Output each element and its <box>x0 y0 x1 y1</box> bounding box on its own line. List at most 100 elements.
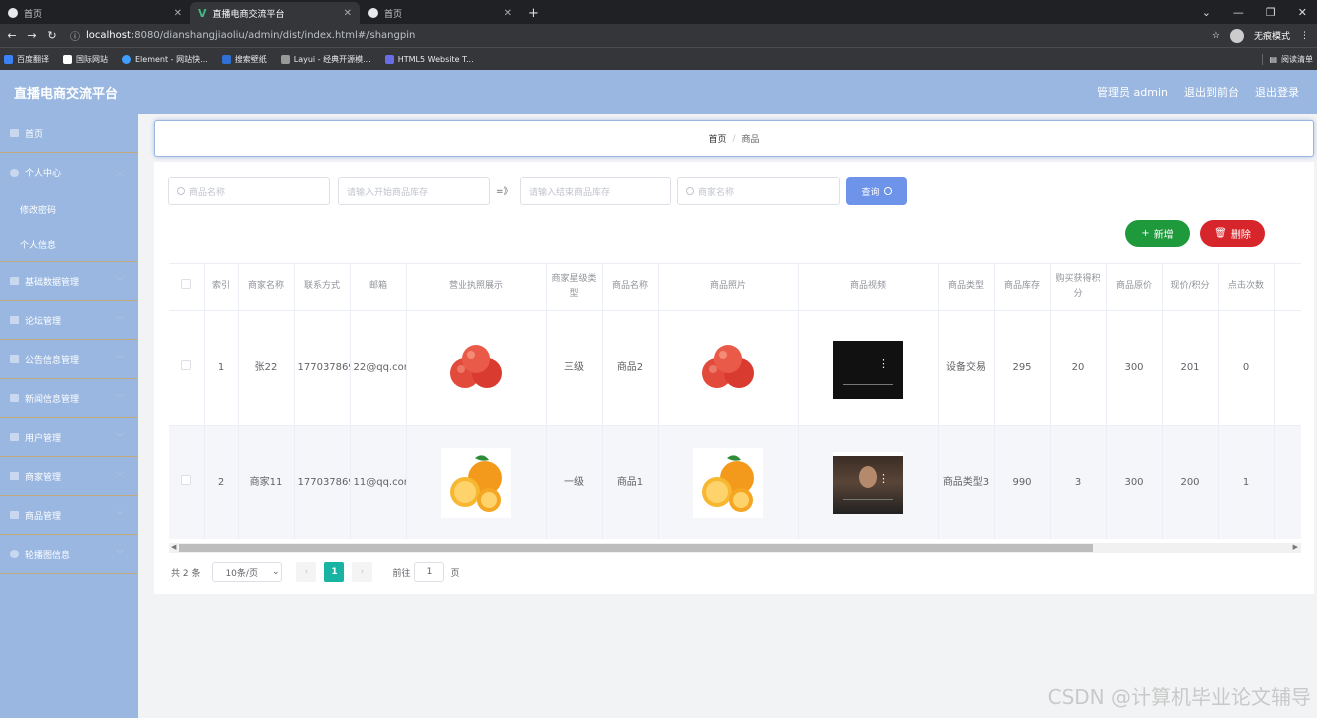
close-window-icon[interactable]: ✕ <box>1298 6 1307 19</box>
query-button[interactable]: 查询 <box>846 177 907 205</box>
user-icon <box>10 168 19 177</box>
column-header: 点击次数 <box>1218 264 1275 311</box>
total-count: 共 2 条 <box>171 568 201 579</box>
cell-points: 20 <box>1050 310 1107 426</box>
scroll-right-icon[interactable]: ▶ <box>1293 543 1298 551</box>
goto-suffix: 页 <box>450 568 460 579</box>
minimize-icon[interactable]: — <box>1233 6 1244 19</box>
sidebar-item-notice[interactable]: 公告信息管理 ﹀ <box>0 340 138 379</box>
goods-name-input[interactable]: 商品名称 <box>168 177 330 205</box>
select-all-cell <box>169 264 205 311</box>
more-menu-icon[interactable]: ⋮ <box>1300 31 1309 41</box>
sidebar-item-forum[interactable]: 论坛管理 ﹀ <box>0 301 138 340</box>
page-number-current[interactable]: 1 <box>324 562 345 582</box>
cell-price: 300 <box>1106 310 1163 426</box>
column-header: 联系方式 <box>294 264 351 311</box>
sidebar-item-users[interactable]: 用户管理 ﹀ <box>0 418 138 457</box>
delete-button[interactable]: 🗑 删除 <box>1200 220 1265 247</box>
orange-image[interactable] <box>693 447 763 518</box>
cell-photo <box>658 425 799 539</box>
search-icon <box>177 187 185 195</box>
horizontal-scrollbar[interactable]: ◀ ▶ <box>169 543 1301 553</box>
sidebar-item-label: 个人中心 <box>25 169 62 179</box>
sidebar-item-home[interactable]: 首页 <box>0 114 138 153</box>
watermark: CSDN @计算机毕业论文辅导 <box>1047 685 1311 709</box>
cell-index: 2 <box>204 425 239 539</box>
bookmarks-bar: 百度翻译 国际网站 Element - 网站快... 搜索壁纸 Layui - … <box>0 47 1317 70</box>
browser-tab-active[interactable]: V 直播电商交流平台 ✕ <box>190 2 360 24</box>
browser-tab[interactable]: 首页 ✕ <box>0 2 190 24</box>
bookmark[interactable]: HTML5 Website T... <box>384 54 474 64</box>
goto-page-input[interactable]: 1 <box>414 562 445 582</box>
bookmark[interactable]: Element - 网站快... <box>122 54 208 65</box>
incognito-label[interactable]: 无痕模式 <box>1254 29 1290 42</box>
add-button[interactable]: + 新增 <box>1125 220 1190 247</box>
bookmark[interactable]: 搜索壁纸 <box>221 54 267 65</box>
stock-end-input[interactable]: 请输入结束商品库存 <box>520 177 671 205</box>
cell-merchant: 商家11 <box>238 425 295 539</box>
new-tab-button[interactable]: + <box>520 2 547 24</box>
bookmark[interactable]: 百度翻译 <box>4 54 49 65</box>
breadcrumb-home[interactable]: 首页 <box>708 132 726 145</box>
bookmark[interactable]: Layui - 经典开源模... <box>280 54 371 65</box>
delete-label: 删除 <box>1230 230 1251 241</box>
row-checkbox[interactable] <box>181 359 192 370</box>
front-page-link[interactable]: 退出到前台 <box>1184 84 1239 100</box>
cell-photo <box>658 310 799 426</box>
chevron-down-icon[interactable]: ⌄ <box>1202 6 1211 19</box>
close-tab-icon[interactable]: ✕ <box>344 8 352 19</box>
column-header: 商品视频 <box>798 264 939 311</box>
sidebar-item-label: 首页 <box>25 129 44 140</box>
prev-page-button[interactable]: ‹ <box>296 562 317 582</box>
table-row[interactable]: 1 张22 17703786922 22@qq.com 三级 商品 <box>169 310 1301 426</box>
close-tab-icon[interactable]: ✕ <box>504 8 512 19</box>
home-icon <box>10 129 19 137</box>
sidebar-item-news[interactable]: 新闻信息管理 ﹀ <box>0 379 138 418</box>
video-player[interactable]: ⋮ <box>833 336 903 399</box>
star-icon[interactable]: ☆ <box>1212 31 1220 41</box>
reading-list[interactable]: ▤ 阅读清单 <box>1262 53 1317 65</box>
sidebar-sub-personal-info[interactable]: 个人信息 <box>0 227 138 262</box>
browser-tab[interactable]: 首页 ✕ <box>360 2 520 24</box>
apple-image[interactable] <box>693 333 763 403</box>
merchant-name-input[interactable]: 商家名称 <box>677 177 840 205</box>
scroll-left-icon[interactable]: ◀ <box>171 543 176 551</box>
url-field[interactable]: ⓘ localhost:8080/dianshangjiaoliu/admin/… <box>70 28 415 43</box>
sidebar-item-personal[interactable]: 个人中心 ︿ <box>0 153 138 192</box>
sidebar-item-merchants[interactable]: 商家管理 ﹀ <box>0 457 138 496</box>
info-icon[interactable]: ⓘ <box>70 28 80 43</box>
grid-icon <box>10 394 19 402</box>
admin-user-label: 管理员 admin <box>1097 86 1168 99</box>
table-row[interactable]: 2 商家11 17703786911 11@qq.com <box>169 425 1301 539</box>
bookmark-label: HTML5 Website T... <box>397 54 474 64</box>
stock-start-input[interactable]: 请输入开始商品库存 <box>338 177 490 205</box>
more-vertical-icon[interactable]: ⋮ <box>878 473 889 484</box>
close-tab-icon[interactable]: ✕ <box>174 8 182 19</box>
more-vertical-icon[interactable]: ⋮ <box>878 358 889 369</box>
reload-icon[interactable]: ↻ <box>44 29 60 42</box>
sidebar-item-label: 新闻信息管理 <box>25 394 80 405</box>
sidebar-item-carousel[interactable]: 轮播图信息 ﹀ <box>0 535 138 574</box>
select-all-checkbox[interactable] <box>181 278 192 289</box>
apple-image[interactable] <box>441 333 511 403</box>
column-header: 商品类型 <box>938 264 995 311</box>
scrollbar-thumb[interactable] <box>179 544 1093 552</box>
video-player[interactable]: ⋮ <box>833 451 903 514</box>
html5-icon <box>384 54 394 64</box>
logout-link[interactable]: 退出登录 <box>1255 84 1299 100</box>
page-size-select[interactable]: 10条/页 ⌄ <box>212 562 283 582</box>
bookmark[interactable]: 国际网站 <box>63 54 108 65</box>
query-label: 查询 <box>861 187 880 198</box>
back-icon[interactable]: ← <box>4 29 20 42</box>
restore-icon[interactable]: ❐ <box>1266 6 1276 19</box>
column-header: 购买获得积分 <box>1050 264 1107 311</box>
next-page-button[interactable]: › <box>352 562 373 582</box>
sidebar-sub-change-password[interactable]: 修改密码 <box>0 192 138 227</box>
sidebar-item-goods[interactable]: 商品管理 ﹀ <box>0 496 138 535</box>
sidebar-item-base-data[interactable]: 基础数据管理 ﹀ <box>0 262 138 301</box>
search-icon <box>883 187 892 195</box>
forward-icon[interactable]: → <box>24 29 40 42</box>
orange-image[interactable] <box>441 447 511 518</box>
row-checkbox[interactable] <box>181 474 192 485</box>
column-header: 索引 <box>204 264 239 311</box>
